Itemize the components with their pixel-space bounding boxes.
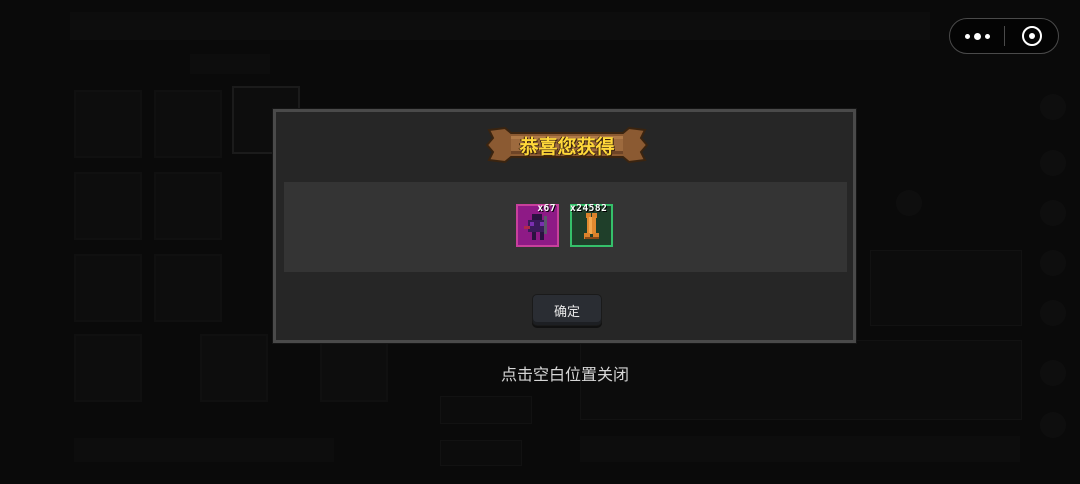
reward-item-bone[interactable]: x24582	[570, 203, 613, 247]
target-close-icon[interactable]	[1005, 19, 1058, 53]
reward-count: x24582	[570, 203, 608, 214]
tap-to-close-hint: 点击空白位置关闭	[500, 365, 629, 384]
dialog-title: 恭喜您获得	[519, 135, 615, 158]
reward-list: x67 x24582	[284, 182, 847, 272]
title-banner: 恭喜您获得	[481, 124, 653, 166]
reward-dialog: 恭喜您获得 x67 x24582 确定	[273, 109, 856, 343]
reward-count: x67	[537, 203, 556, 214]
reward-item-purple[interactable]: x67	[516, 203, 559, 247]
game-screen: 恭喜您获得 x67 x24582 确定 点击空白位置关闭	[0, 0, 1080, 484]
confirm-button[interactable]: 确定	[532, 294, 602, 326]
miniprogram-capsule	[949, 18, 1059, 54]
more-dots-icon[interactable]	[950, 19, 1004, 53]
